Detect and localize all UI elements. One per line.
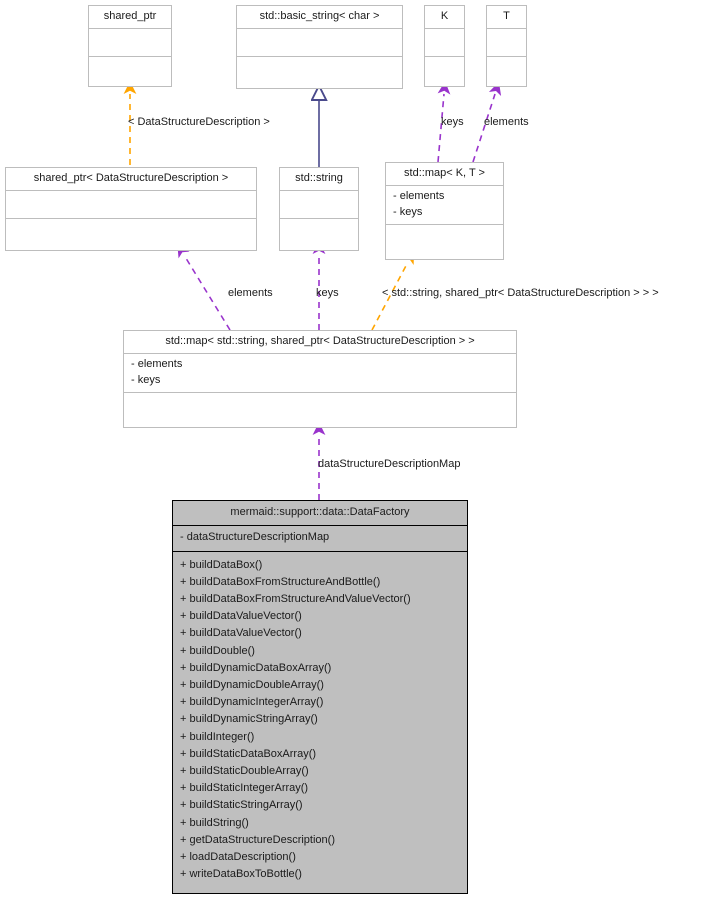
edge-mapfull-elements: [177, 244, 231, 331]
operation-row: + buildDynamicIntegerArray(): [180, 696, 324, 709]
class-box-std-map-k-t[interactable]: std::map< K, T > - elements - keys: [385, 162, 504, 260]
edge-map-elements-t: [472, 81, 502, 163]
edge-map-keys-k: [437, 81, 451, 163]
attributes-compartment: - dataStructureDescriptionMap: [173, 525, 467, 551]
edge-label-keys-map: keys: [316, 287, 339, 299]
operation-row: + buildDataBox(): [180, 558, 263, 571]
class-title: shared_ptr: [103, 10, 157, 22]
operation-row: + buildDataValueVector(): [180, 627, 302, 640]
attributes-compartment: [487, 28, 526, 56]
class-box-datafactory[interactable]: mermaid::support::data::DataFactory - da…: [172, 500, 468, 894]
class-title: T: [503, 10, 510, 22]
operation-row: + buildDataBoxFromStructureAndValueVecto…: [180, 592, 411, 605]
edge-label-keys-kt: keys: [441, 116, 464, 128]
class-title: mermaid::support::data::DataFactory: [230, 506, 410, 518]
operations-compartment: [280, 218, 358, 249]
operation-row: + loadDataDescription(): [180, 850, 296, 863]
attribute-row: - elements: [131, 358, 183, 370]
operation-row: + buildDataBoxFromStructureAndBottle(): [180, 575, 381, 588]
class-title: std::map< std::string, shared_ptr< DataS…: [165, 335, 475, 347]
class-title: K: [440, 10, 449, 22]
operation-row: + buildStaticIntegerArray(): [180, 782, 309, 795]
class-box-std-map-string-sharedptr[interactable]: std::map< std::string, shared_ptr< DataS…: [123, 330, 517, 428]
operations-compartment: [6, 218, 256, 249]
edge-label-template-dsd: < DataStructureDescription >: [128, 116, 270, 128]
attributes-compartment: [6, 190, 256, 218]
attribute-row: - keys: [393, 205, 423, 218]
operations-compartment: [237, 56, 402, 87]
class-box-shared-ptr-datastructuredescription[interactable]: shared_ptr< DataStructureDescription >: [5, 167, 257, 251]
class-title: std::string: [295, 172, 343, 184]
attribute-row: - keys: [131, 373, 161, 386]
class-box-shared-ptr[interactable]: shared_ptr: [88, 5, 172, 87]
uml-diagram-canvas: shared_ptr (orange dashed) --> shared_pt…: [0, 0, 712, 901]
attributes-compartment: [280, 190, 358, 218]
edge-label-datastructuredescriptionmap: dataStructureDescriptionMap: [318, 458, 461, 470]
class-box-basic-string[interactable]: std::basic_string< char >: [236, 5, 403, 89]
attribute-row: - elements: [393, 190, 445, 202]
operations-compartment: [386, 224, 503, 248]
edge-label-elements-map: elements: [228, 287, 273, 299]
attributes-compartment: [89, 28, 171, 56]
operation-row: + buildDynamicDoubleArray(): [180, 678, 324, 691]
operation-row: + buildInteger(): [180, 730, 255, 743]
operation-row: + buildDouble(): [180, 644, 255, 657]
edge-label-template-map: < std::string, shared_ptr< DataStructure…: [382, 287, 659, 299]
operation-row: + buildStaticDoubleArray(): [180, 764, 309, 777]
class-box-t[interactable]: T: [486, 5, 527, 87]
operation-row: + buildDataValueVector(): [180, 610, 302, 623]
operation-row: + buildStaticStringArray(): [180, 799, 303, 812]
class-title: shared_ptr< DataStructureDescription >: [33, 172, 229, 184]
operations-compartment: + buildDataBox() + buildDataBoxFromStruc…: [173, 550, 467, 889]
operations-compartment: [425, 56, 464, 86]
class-box-std-string[interactable]: std::string: [279, 167, 359, 251]
operations-compartment: [124, 392, 516, 416]
attributes-compartment: [425, 28, 464, 56]
attributes-compartment: [237, 28, 402, 56]
operations-compartment: [487, 56, 526, 86]
edge-label-elements-kt: elements: [484, 116, 529, 128]
operation-row: + buildDynamicStringArray(): [180, 713, 318, 726]
class-box-k[interactable]: K: [424, 5, 465, 87]
operation-row: + writeDataBoxToBottle(): [180, 868, 302, 881]
operation-row: + getDataStructureDescription(): [180, 833, 335, 846]
attributes-compartment: - elements - keys: [386, 185, 503, 224]
class-title: std::map< K, T >: [404, 167, 485, 179]
operation-row: + buildDynamicDataBoxArray(): [180, 661, 332, 674]
operations-compartment: [89, 56, 171, 86]
operation-row: + buildStaticDataBoxArray(): [180, 747, 317, 760]
attributes-compartment: - elements - keys: [124, 353, 516, 392]
class-title: std::basic_string< char >: [259, 10, 380, 22]
attribute-row: - dataStructureDescriptionMap: [180, 531, 330, 543]
operation-row: + buildString(): [180, 816, 249, 829]
